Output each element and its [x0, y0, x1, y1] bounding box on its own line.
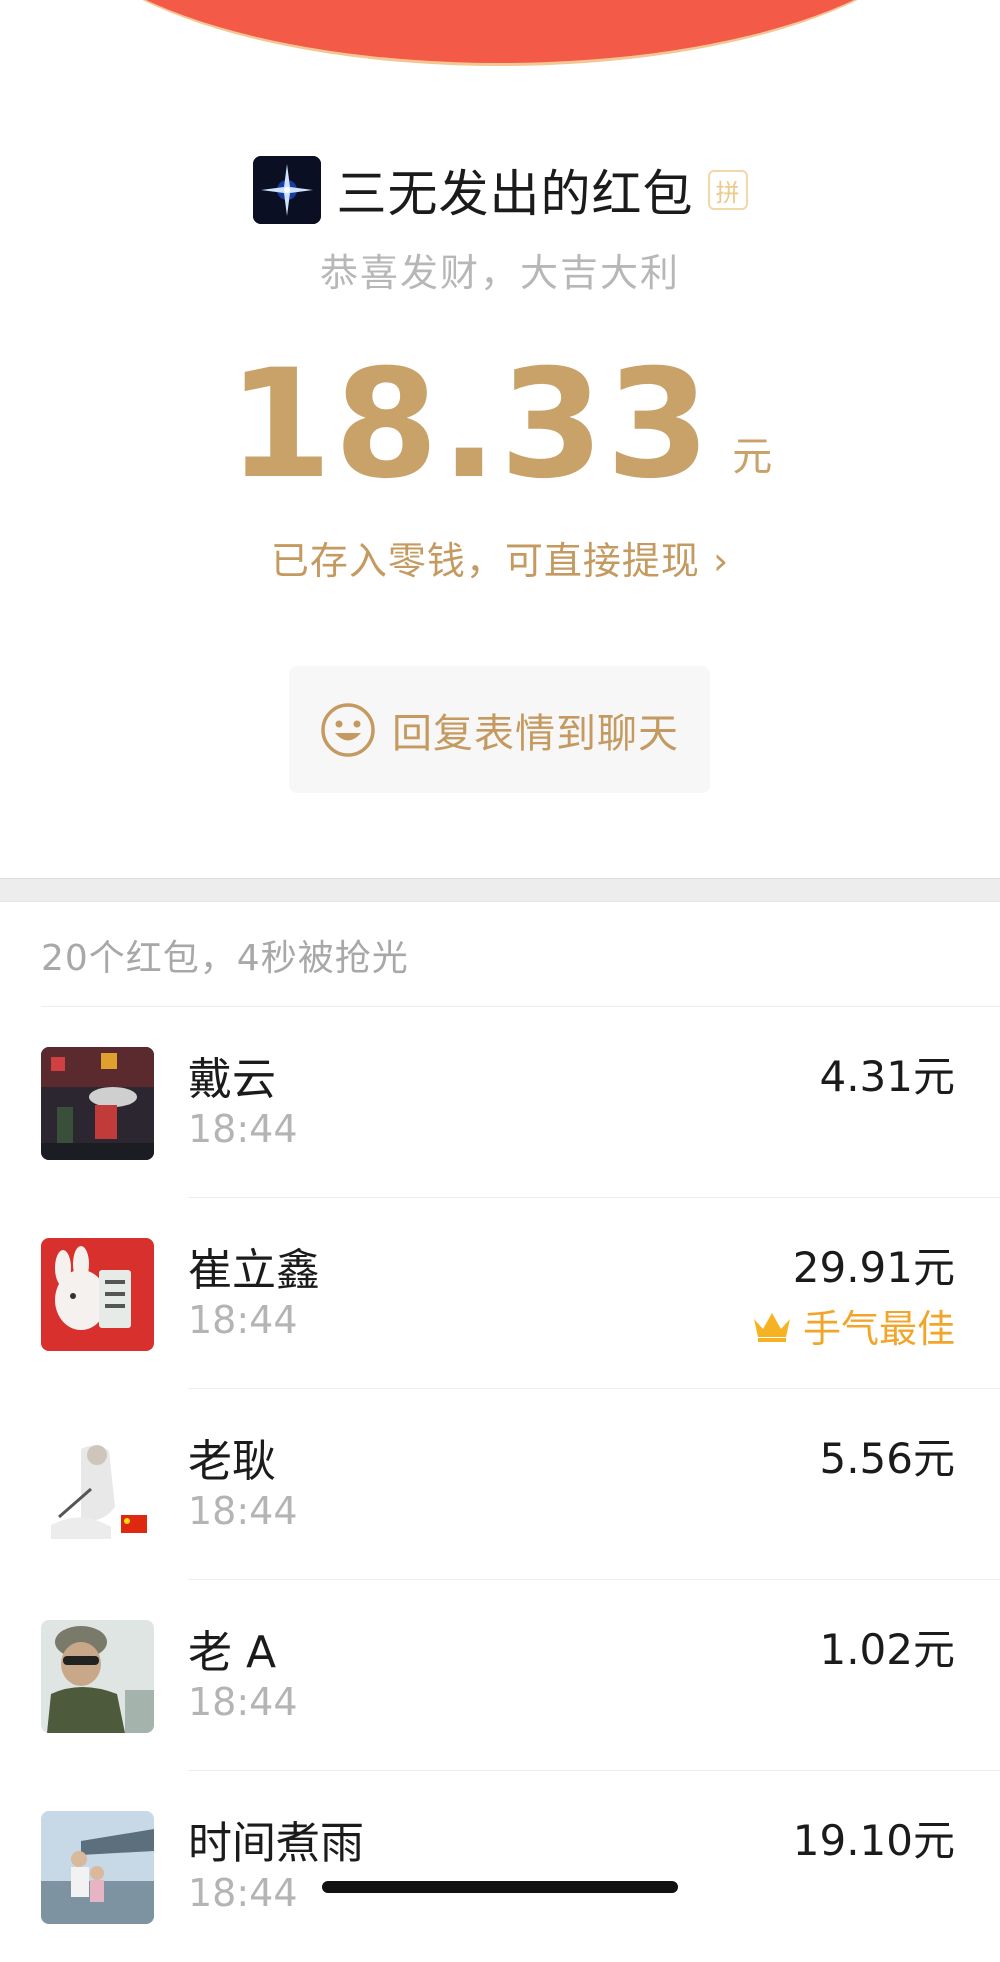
sender-row: 三无发出的红包 拼: [0, 155, 1000, 225]
best-luck-label: 手气最佳: [802, 1307, 955, 1351]
received-amount: 4.31元: [819, 1052, 955, 1101]
list-item[interactable]: 老耿 18:44 5.56元: [0, 1389, 1000, 1580]
list-item[interactable]: 时间煮雨 18:44 19.10元: [0, 1771, 1000, 1962]
received-time: 18:44: [188, 1871, 298, 1915]
received-amount: 5.56元: [819, 1434, 955, 1483]
received-amount: 1.02元: [819, 1625, 955, 1674]
list-item[interactable]: 戴云 18:44 4.31元: [0, 1007, 1000, 1198]
recipient-name: 时间煮雨: [188, 1818, 364, 1869]
best-luck-badge: 手气最佳: [751, 1298, 955, 1353]
envelope-summary: 20个红包，4秒被抢光: [41, 938, 409, 979]
received-time: 18:44: [188, 1680, 298, 1724]
home-indicator[interactable]: [322, 1881, 678, 1893]
list-item[interactable]: 崔立鑫 18:44 29.91元 手气最佳: [0, 1198, 1000, 1389]
recipient-list: 戴云 18:44 4.31元 崔立鑫 18:44 29.91元 手气最佳 老耿 …: [0, 1007, 1000, 1962]
section-divider: [0, 878, 1000, 902]
recipient-name: 老 A: [188, 1627, 277, 1678]
received-amount: 19.10元: [792, 1816, 955, 1865]
pin-badge: 拼: [707, 170, 748, 210]
amount-unit: 元: [732, 434, 773, 480]
amount-value: 18.33: [227, 338, 713, 512]
sender-avatar[interactable]: [252, 156, 321, 224]
received-time: 18:44: [188, 1107, 298, 1151]
smile-icon: [321, 702, 375, 757]
list-item[interactable]: 老 A 18:44 1.02元: [0, 1580, 1000, 1771]
recipient-name: 崔立鑫: [188, 1245, 320, 1296]
sender-title: 三无发出的红包: [336, 165, 694, 223]
avatar[interactable]: [41, 1238, 154, 1351]
avatar[interactable]: [41, 1811, 154, 1924]
avatar[interactable]: [41, 1620, 154, 1733]
reply-emoji-button[interactable]: 回复表情到聊天: [289, 666, 710, 793]
envelope-header: 三无发出的红包 拼 恭喜发财，大吉大利 18.33 元 已存入零钱，可直接提现 …: [0, 0, 1000, 880]
avatar[interactable]: [41, 1429, 154, 1542]
received-time: 18:44: [188, 1489, 298, 1533]
avatar[interactable]: [41, 1047, 154, 1160]
reply-button-label: 回复表情到聊天: [392, 710, 679, 757]
crown-icon: [753, 1312, 790, 1342]
deposit-link[interactable]: 已存入零钱，可直接提现 ›: [0, 530, 1000, 585]
received-amount: 29.91元: [792, 1243, 955, 1292]
greeting-message: 恭喜发财，大吉大利: [319, 251, 680, 295]
recipient-name: 戴云: [188, 1054, 276, 1105]
received-amount: 18.33 元: [0, 340, 1000, 500]
recipient-name: 老耿: [188, 1436, 276, 1487]
received-time: 18:44: [188, 1298, 298, 1342]
